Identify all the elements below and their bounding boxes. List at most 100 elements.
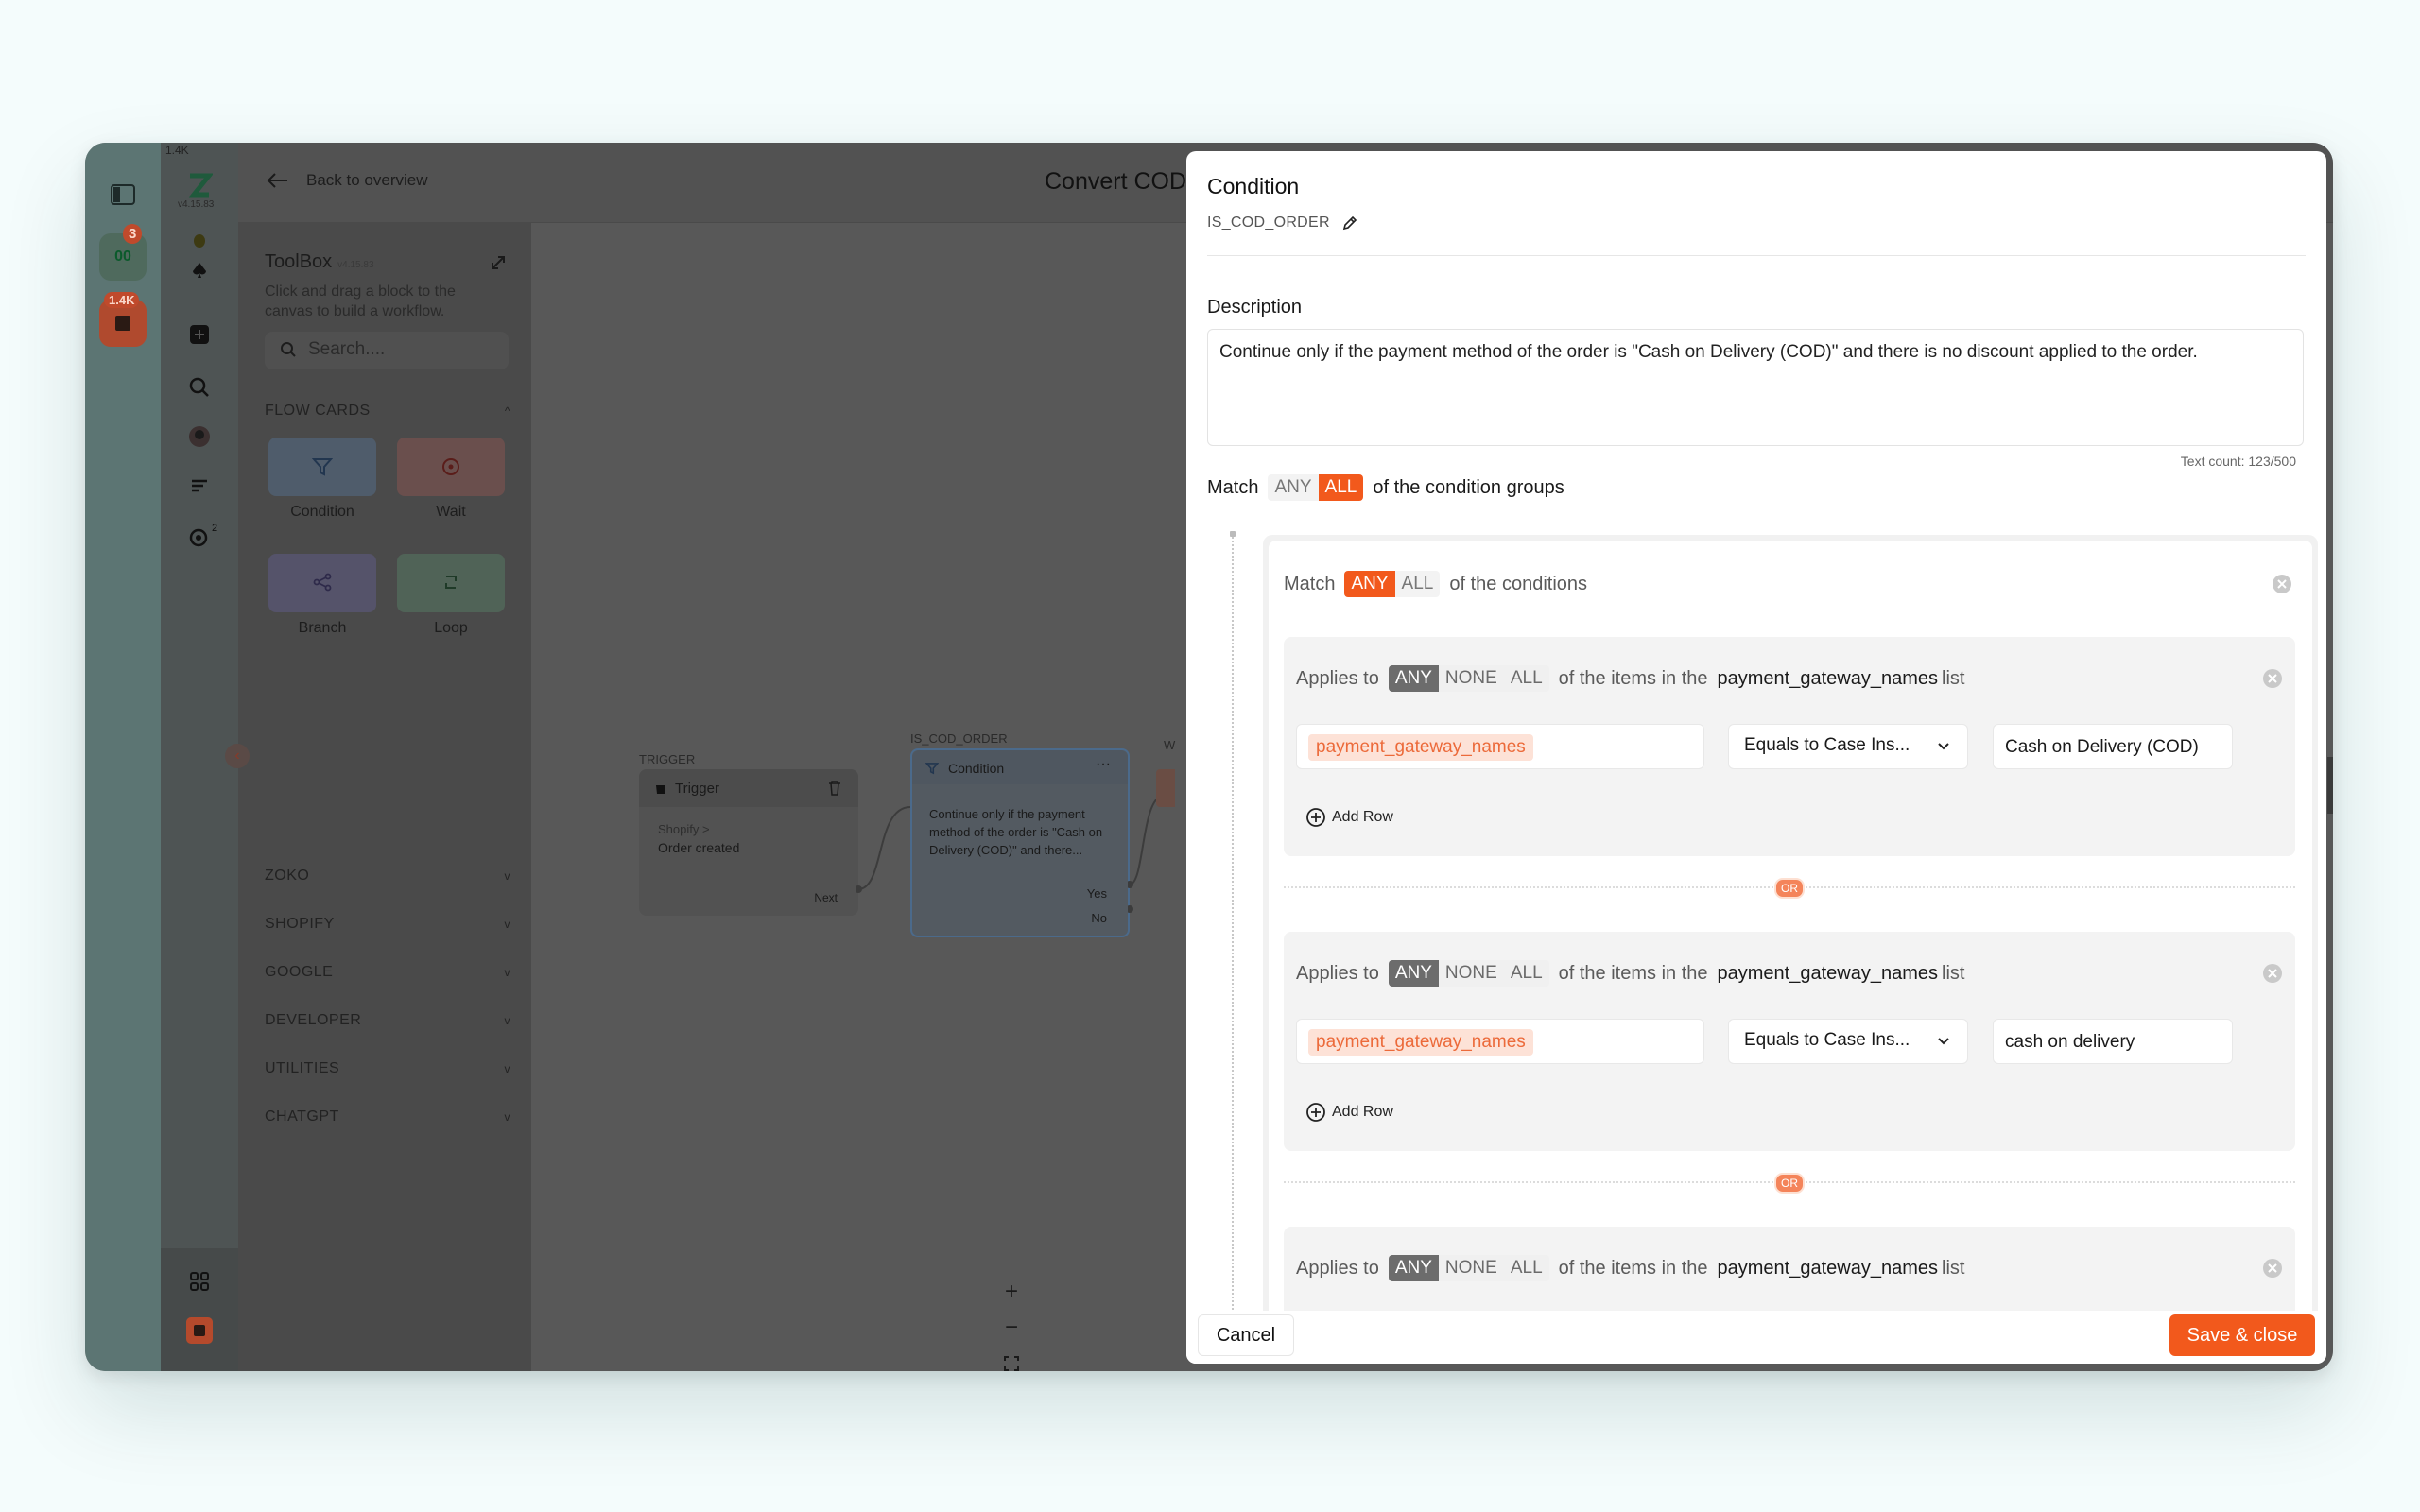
applies-any-option[interactable]: ANY <box>1388 960 1439 987</box>
close-icon <box>2268 674 2277 683</box>
applies-any-option[interactable]: ANY <box>1388 665 1439 692</box>
inbox-app-icon[interactable] <box>183 1314 216 1347</box>
modal-footer: Cancel Save & close <box>1186 1311 2326 1364</box>
toolbox-title: ToolBox v4.15.83 <box>265 251 374 272</box>
arrow-left-icon <box>267 173 287 188</box>
next-node[interactable] <box>1156 769 1175 807</box>
card-condition[interactable] <box>268 438 376 496</box>
search-icon[interactable] <box>183 371 216 404</box>
applies-any-option[interactable]: ANY <box>1388 1255 1439 1281</box>
group-match-all-option[interactable]: ALL <box>1318 474 1364 501</box>
remove-condition-button[interactable] <box>2263 1259 2282 1278</box>
value-input[interactable]: Cash on Delivery (COD) <box>1993 724 2233 769</box>
fit-view-icon[interactable] <box>994 1347 1028 1371</box>
card-branch[interactable] <box>268 554 376 612</box>
applies-toggle: ANY NONE ALL <box>1388 665 1549 692</box>
applies-all-option[interactable]: ALL <box>1503 665 1549 692</box>
next-node-label: W <box>1164 738 1176 752</box>
canvas-edge <box>2327 757 2333 814</box>
rail2-badge: 1.4K <box>165 144 189 157</box>
applies-prefix: Applies to <box>1296 962 1379 984</box>
applies-mid: of the items in the <box>1558 1257 1708 1279</box>
save-close-button[interactable]: Save & close <box>2169 1314 2315 1356</box>
condition-node[interactable]: Condition ··· Continue only if the payme… <box>910 748 1130 937</box>
conditions-match-prefix: Match <box>1284 573 1336 594</box>
bug-icon[interactable] <box>183 224 216 256</box>
filter-list-icon[interactable] <box>183 470 216 502</box>
trigger-node-label: TRIGGER <box>639 752 696 766</box>
toolbox-section-zoko[interactable]: ZOKO v <box>265 868 510 885</box>
card-loop[interactable] <box>397 554 505 612</box>
chevron-up-icon: ^ <box>504 404 510 418</box>
list-name: payment_gateway_names <box>1717 1257 1938 1279</box>
remove-condition-button[interactable] <box>2263 964 2282 983</box>
add-row-button[interactable]: Add Row <box>1305 807 1393 828</box>
toolbox-search-input[interactable]: Search.... <box>265 332 509 369</box>
or-divider: OR <box>1284 1173 2295 1194</box>
condition-groups-scroll[interactable]: Match ANY ALL of the conditions Applies … <box>1220 531 2322 1315</box>
notification-badge: 3 <box>123 224 143 244</box>
plus-circle-icon <box>1306 1103 1325 1122</box>
operator-dropdown[interactable]: Equals to Case Ins... <box>1728 1019 1968 1064</box>
trigger-source: Shopify > <box>658 822 710 836</box>
zoom-out-icon[interactable]: − <box>994 1311 1028 1345</box>
apps-grid-icon[interactable] <box>183 1265 216 1297</box>
description-label: Description <box>1207 297 1303 318</box>
mentions-icon[interactable] <box>183 521 216 553</box>
applies-row: Applies to ANY NONE ALL of the items in … <box>1296 665 1964 692</box>
card-wait[interactable] <box>397 438 505 496</box>
toolbox-panel: ToolBox v4.15.83 Click and drag a block t… <box>238 223 531 1371</box>
pencil-icon[interactable] <box>1341 215 1358 232</box>
condition-node-text: Continue only if the payment method of t… <box>929 807 1103 857</box>
applies-row: Applies to ANY NONE ALL of the items in … <box>1296 960 1964 987</box>
toolbox-section-developer[interactable]: DEVELOPER v <box>265 1012 510 1029</box>
cancel-button[interactable]: Cancel <box>1198 1314 1294 1356</box>
toolbox-section-chatgpt[interactable]: CHATGPT v <box>265 1108 510 1125</box>
operator-dropdown[interactable]: Equals to Case Ins... <box>1728 724 1968 769</box>
close-icon <box>2268 1263 2277 1273</box>
or-divider: OR <box>1284 878 2295 899</box>
branch-icon <box>313 573 332 592</box>
rail2-bottom <box>161 1248 238 1371</box>
applies-none-option[interactable]: NONE <box>1438 960 1504 987</box>
field-select[interactable]: payment_gateway_names <box>1296 1019 1704 1064</box>
mentions-sup: 2 <box>212 523 218 534</box>
zoom-in-icon[interactable]: + <box>994 1275 1028 1309</box>
app-version: v4.15.83 <box>178 199 215 210</box>
conditions-match-toggle: ANY ALL <box>1344 571 1441 597</box>
applies-all-option[interactable]: ALL <box>1503 960 1549 987</box>
expand-icon[interactable] <box>490 254 507 271</box>
inbox-icon <box>115 316 130 331</box>
applies-all-option[interactable]: ALL <box>1503 1255 1549 1281</box>
chevron-down-icon: v <box>504 1062 510 1075</box>
remove-condition-button[interactable] <box>2263 669 2282 688</box>
sidebar-toggle-icon[interactable] <box>99 171 147 218</box>
group-match-suffix: of the condition groups <box>1373 476 1564 498</box>
applies-none-option[interactable]: NONE <box>1438 1255 1504 1281</box>
modal-divider <box>1207 255 2306 256</box>
applies-none-option[interactable]: NONE <box>1438 665 1504 692</box>
conditions-match-any-option[interactable]: ANY <box>1344 571 1395 597</box>
toolbox-section-shopify[interactable]: SHOPIFY v <box>265 916 510 933</box>
trigger-next-label: Next <box>814 891 838 904</box>
field-select[interactable]: payment_gateway_names <box>1296 724 1704 769</box>
add-icon[interactable] <box>183 318 216 351</box>
flow-cards-header[interactable]: FLOW CARDS ^ <box>265 403 510 420</box>
conditions-match-all-option[interactable]: ALL <box>1394 571 1441 597</box>
value-input[interactable]: cash on delivery <box>1993 1019 2233 1064</box>
group-match-any-option[interactable]: ANY <box>1268 474 1319 501</box>
spade-icon[interactable] <box>183 254 216 286</box>
add-row-button[interactable]: Add Row <box>1305 1102 1393 1123</box>
description-textarea[interactable]: Continue only if the payment method of t… <box>1207 329 2304 446</box>
collapse-toolbox-button[interactable]: ‹ <box>225 744 250 768</box>
toolbox-section-google[interactable]: GOOGLE v <box>265 964 510 981</box>
trigger-node[interactable]: Trigger Shopify > Order created Next <box>639 769 858 916</box>
trash-icon[interactable] <box>828 781 841 796</box>
toolbox-section-utilities[interactable]: UTILITIES v <box>265 1060 510 1077</box>
condition-key-text: IS_COD_ORDER <box>1207 215 1330 231</box>
conditions-match-suffix: of the conditions <box>1449 573 1588 594</box>
back-link[interactable]: Back to overview <box>267 171 428 190</box>
more-icon[interactable]: ··· <box>1096 756 1111 773</box>
user-avatar[interactable] <box>183 421 216 453</box>
remove-group-button[interactable] <box>2273 575 2291 593</box>
